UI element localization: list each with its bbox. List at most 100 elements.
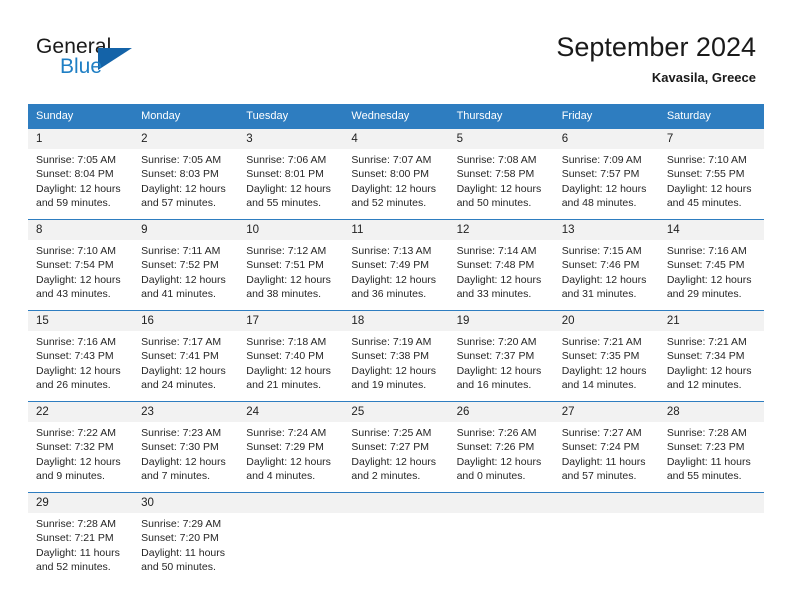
day-cell[interactable]: 1 Sunrise: 7:05 AM Sunset: 8:04 PM Dayli… — [28, 129, 134, 220]
sunset-text: Sunset: 7:58 PM — [456, 168, 535, 181]
day-number: 28 — [658, 402, 764, 422]
sunset-text: Sunset: 7:49 PM — [351, 259, 430, 272]
day-cell[interactable]: 29 Sunrise: 7:28 AM Sunset: 7:21 PM Dayl… — [28, 493, 134, 584]
day-cell-empty — [658, 493, 764, 584]
sunrise-text: Sunrise: 7:18 AM — [246, 336, 327, 348]
day-cell[interactable]: 27 Sunrise: 7:27 AM Sunset: 7:24 PM Dayl… — [553, 402, 659, 493]
day-cell[interactable]: 3 Sunrise: 7:06 AM Sunset: 8:01 PM Dayli… — [238, 129, 344, 220]
day-details: Sunrise: 7:29 AM Sunset: 7:20 PM Dayligh… — [133, 513, 238, 575]
day-details: Sunrise: 7:10 AM Sunset: 7:54 PM Dayligh… — [28, 240, 133, 302]
week-row: 22 Sunrise: 7:22 AM Sunset: 7:32 PM Dayl… — [28, 401, 764, 493]
day-cell[interactable]: 16 Sunrise: 7:17 AM Sunset: 7:41 PM Dayl… — [133, 311, 239, 402]
daylight-text-line2: and 45 minutes. — [666, 197, 742, 210]
day-number: 23 — [133, 402, 239, 422]
sunset-text: Sunset: 7:23 PM — [666, 441, 745, 454]
daylight-text-line1: Daylight: 12 hours — [351, 273, 437, 286]
day-number: 3 — [238, 129, 344, 149]
day-cell[interactable]: 12 Sunrise: 7:14 AM Sunset: 7:48 PM Dayl… — [448, 220, 554, 311]
daylight-text-line1: Daylight: 12 hours — [561, 182, 647, 195]
day-cell[interactable]: 7 Sunrise: 7:10 AM Sunset: 7:55 PM Dayli… — [658, 129, 764, 220]
day-number: 29 — [28, 493, 134, 513]
sunrise-text: Sunrise: 7:07 AM — [351, 154, 432, 166]
daylight-text-line2: and 19 minutes. — [351, 379, 427, 392]
day-details: Sunrise: 7:13 AM Sunset: 7:49 PM Dayligh… — [343, 240, 448, 302]
sunset-text: Sunset: 7:43 PM — [36, 350, 114, 363]
day-number — [658, 493, 764, 513]
day-cell[interactable]: 24 Sunrise: 7:24 AM Sunset: 7:29 PM Dayl… — [238, 402, 344, 493]
daylight-text-line1: Daylight: 12 hours — [456, 455, 542, 468]
sunset-text: Sunset: 7:27 PM — [351, 441, 430, 454]
sunrise-text: Sunrise: 7:12 AM — [246, 245, 327, 257]
day-details: Sunrise: 7:20 AM Sunset: 7:37 PM Dayligh… — [449, 331, 554, 393]
day-number: 1 — [28, 129, 134, 149]
day-details: Sunrise: 7:23 AM Sunset: 7:30 PM Dayligh… — [133, 422, 238, 484]
daylight-text-line1: Daylight: 12 hours — [246, 273, 331, 286]
sunrise-text: Sunrise: 7:11 AM — [141, 245, 221, 257]
sunrise-text: Sunrise: 7:21 AM — [666, 336, 747, 348]
daylight-text-line1: Daylight: 11 hours — [666, 455, 751, 468]
day-cell[interactable]: 26 Sunrise: 7:26 AM Sunset: 7:26 PM Dayl… — [448, 402, 554, 493]
day-cell[interactable]: 20 Sunrise: 7:21 AM Sunset: 7:35 PM Dayl… — [553, 311, 659, 402]
day-number: 2 — [133, 129, 239, 149]
day-details: Sunrise: 7:15 AM Sunset: 7:46 PM Dayligh… — [554, 240, 659, 302]
day-cell[interactable]: 18 Sunrise: 7:19 AM Sunset: 7:38 PM Dayl… — [343, 311, 449, 402]
sunrise-text: Sunrise: 7:17 AM — [141, 336, 222, 348]
day-cell[interactable]: 19 Sunrise: 7:20 AM Sunset: 7:37 PM Dayl… — [448, 311, 554, 402]
week-row: 1 Sunrise: 7:05 AM Sunset: 8:04 PM Dayli… — [28, 128, 764, 220]
day-cell[interactable]: 30 Sunrise: 7:29 AM Sunset: 7:20 PM Dayl… — [133, 493, 239, 584]
day-cell[interactable]: 14 Sunrise: 7:16 AM Sunset: 7:45 PM Dayl… — [658, 220, 764, 311]
daylight-text-line1: Daylight: 12 hours — [246, 364, 331, 377]
day-cell[interactable]: 6 Sunrise: 7:09 AM Sunset: 7:57 PM Dayli… — [553, 129, 659, 220]
daylight-text-line2: and 21 minutes. — [246, 379, 321, 392]
daylight-text-line1: Daylight: 12 hours — [36, 455, 121, 468]
sunset-text: Sunset: 7:26 PM — [456, 441, 535, 454]
daylight-text-line2: and 55 minutes. — [246, 197, 321, 210]
sunrise-text: Sunrise: 7:05 AM — [141, 154, 222, 166]
calendar-header-row: Sunday Monday Tuesday Wednesday Thursday… — [28, 104, 764, 129]
weekday-header-saturday: Saturday — [658, 104, 764, 129]
daylight-text-line2: and 55 minutes. — [666, 470, 742, 483]
day-cell[interactable]: 15 Sunrise: 7:16 AM Sunset: 7:43 PM Dayl… — [28, 311, 134, 402]
daylight-text-line2: and 48 minutes. — [561, 197, 637, 210]
sunset-text: Sunset: 7:41 PM — [141, 350, 219, 363]
sunrise-sunset-calendar-table: Sunday Monday Tuesday Wednesday Thursday… — [28, 104, 764, 583]
daylight-text-line2: and 16 minutes. — [456, 379, 532, 392]
sunrise-text: Sunrise: 7:14 AM — [456, 245, 537, 257]
sunset-text: Sunset: 8:01 PM — [246, 168, 324, 181]
day-details: Sunrise: 7:27 AM Sunset: 7:24 PM Dayligh… — [554, 422, 659, 484]
day-number: 10 — [238, 220, 344, 240]
day-cell[interactable]: 5 Sunrise: 7:08 AM Sunset: 7:58 PM Dayli… — [448, 129, 554, 220]
day-number: 16 — [133, 311, 239, 331]
day-cell[interactable]: 9 Sunrise: 7:11 AM Sunset: 7:52 PM Dayli… — [133, 220, 239, 311]
daylight-text-line2: and 26 minutes. — [36, 379, 111, 392]
day-cell[interactable]: 2 Sunrise: 7:05 AM Sunset: 8:03 PM Dayli… — [133, 129, 239, 220]
sunrise-text: Sunrise: 7:10 AM — [666, 154, 747, 166]
day-cell[interactable]: 4 Sunrise: 7:07 AM Sunset: 8:00 PM Dayli… — [343, 129, 449, 220]
sunset-text: Sunset: 7:48 PM — [456, 259, 535, 272]
general-blue-logo[interactable]: General Blue — [36, 36, 146, 82]
day-cell-empty — [553, 493, 659, 584]
sunrise-text: Sunrise: 7:10 AM — [36, 245, 116, 257]
day-number: 18 — [343, 311, 449, 331]
sunset-text: Sunset: 7:34 PM — [666, 350, 745, 363]
day-cell[interactable]: 10 Sunrise: 7:12 AM Sunset: 7:51 PM Dayl… — [238, 220, 344, 311]
day-cell[interactable]: 21 Sunrise: 7:21 AM Sunset: 7:34 PM Dayl… — [658, 311, 764, 402]
sunset-text: Sunset: 7:30 PM — [141, 441, 219, 454]
day-details: Sunrise: 7:21 AM Sunset: 7:34 PM Dayligh… — [659, 331, 764, 393]
sunset-text: Sunset: 7:37 PM — [456, 350, 535, 363]
day-cell[interactable]: 23 Sunrise: 7:23 AM Sunset: 7:30 PM Dayl… — [133, 402, 239, 493]
day-cell[interactable]: 17 Sunrise: 7:18 AM Sunset: 7:40 PM Dayl… — [238, 311, 344, 402]
daylight-text-line2: and 57 minutes. — [561, 470, 637, 483]
day-cell[interactable]: 25 Sunrise: 7:25 AM Sunset: 7:27 PM Dayl… — [343, 402, 449, 493]
daylight-text-line2: and 38 minutes. — [246, 288, 321, 301]
day-cell[interactable]: 28 Sunrise: 7:28 AM Sunset: 7:23 PM Dayl… — [658, 402, 764, 493]
daylight-text-line2: and 9 minutes. — [36, 470, 105, 483]
day-cell[interactable]: 13 Sunrise: 7:15 AM Sunset: 7:46 PM Dayl… — [553, 220, 659, 311]
day-cell[interactable]: 11 Sunrise: 7:13 AM Sunset: 7:49 PM Dayl… — [343, 220, 449, 311]
day-cell[interactable]: 22 Sunrise: 7:22 AM Sunset: 7:32 PM Dayl… — [28, 402, 134, 493]
day-number — [343, 493, 449, 513]
daylight-text-line2: and 52 minutes. — [351, 197, 427, 210]
day-number: 4 — [343, 129, 449, 149]
day-cell-empty — [343, 493, 449, 584]
day-cell[interactable]: 8 Sunrise: 7:10 AM Sunset: 7:54 PM Dayli… — [28, 220, 134, 311]
